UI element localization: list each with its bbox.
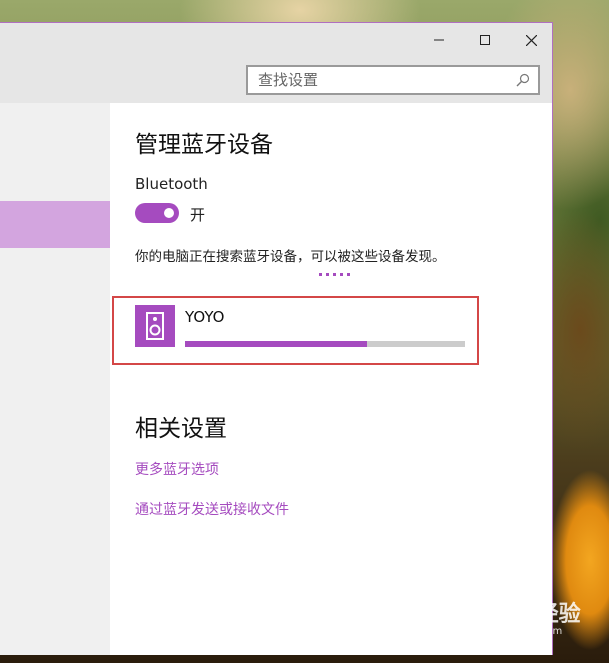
page-title: 管理蓝牙设备 <box>135 132 273 158</box>
discovery-status: 你的电脑正在搜索蓝牙设备，可以被这些设备发现。 <box>135 249 446 265</box>
bluetooth-toggle[interactable] <box>135 203 179 223</box>
close-button[interactable] <box>508 29 554 51</box>
related-settings-title: 相关设置 <box>135 416 227 442</box>
settings-window: 管理蓝牙设备 Bluetooth 开 你的电脑正在搜索蓝牙设备，可以被这些设备发… <box>0 22 553 655</box>
sidebar-item-bluetooth[interactable] <box>0 201 110 248</box>
pairing-progress-fill <box>185 341 367 347</box>
main-content: 管理蓝牙设备 Bluetooth 开 你的电脑正在搜索蓝牙设备，可以被这些设备发… <box>110 103 552 655</box>
watermark-url: jingyan.baidu.com <box>470 626 563 637</box>
send-receive-files-link[interactable]: 通过蓝牙发送或接收文件 <box>135 499 289 519</box>
toggle-state-label: 开 <box>190 206 206 224</box>
searching-progress-dots <box>319 273 350 276</box>
bluetooth-label: Bluetooth <box>135 175 208 193</box>
search-input[interactable] <box>248 71 508 89</box>
toggle-knob <box>164 208 174 218</box>
sidebar <box>0 103 110 655</box>
search-icon[interactable] <box>516 73 530 87</box>
more-bluetooth-options-link[interactable]: 更多蓝牙选项 <box>135 459 219 479</box>
maximize-icon <box>480 35 490 45</box>
maximize-button[interactable] <box>462 29 508 51</box>
close-icon <box>525 34 537 46</box>
watermark-logo: Baidu经验 <box>466 602 581 627</box>
minimize-button[interactable] <box>416 29 462 51</box>
minimize-icon <box>434 39 444 41</box>
pairing-progress-bar <box>185 341 465 347</box>
title-bar <box>0 23 552 103</box>
device-list-item[interactable]: YOYO <box>135 305 465 349</box>
speaker-icon <box>135 305 175 347</box>
watermark: Baidu经验 jingyan.baidu.com <box>466 596 581 637</box>
search-box[interactable] <box>246 65 540 95</box>
device-name: YOYO <box>185 308 225 326</box>
